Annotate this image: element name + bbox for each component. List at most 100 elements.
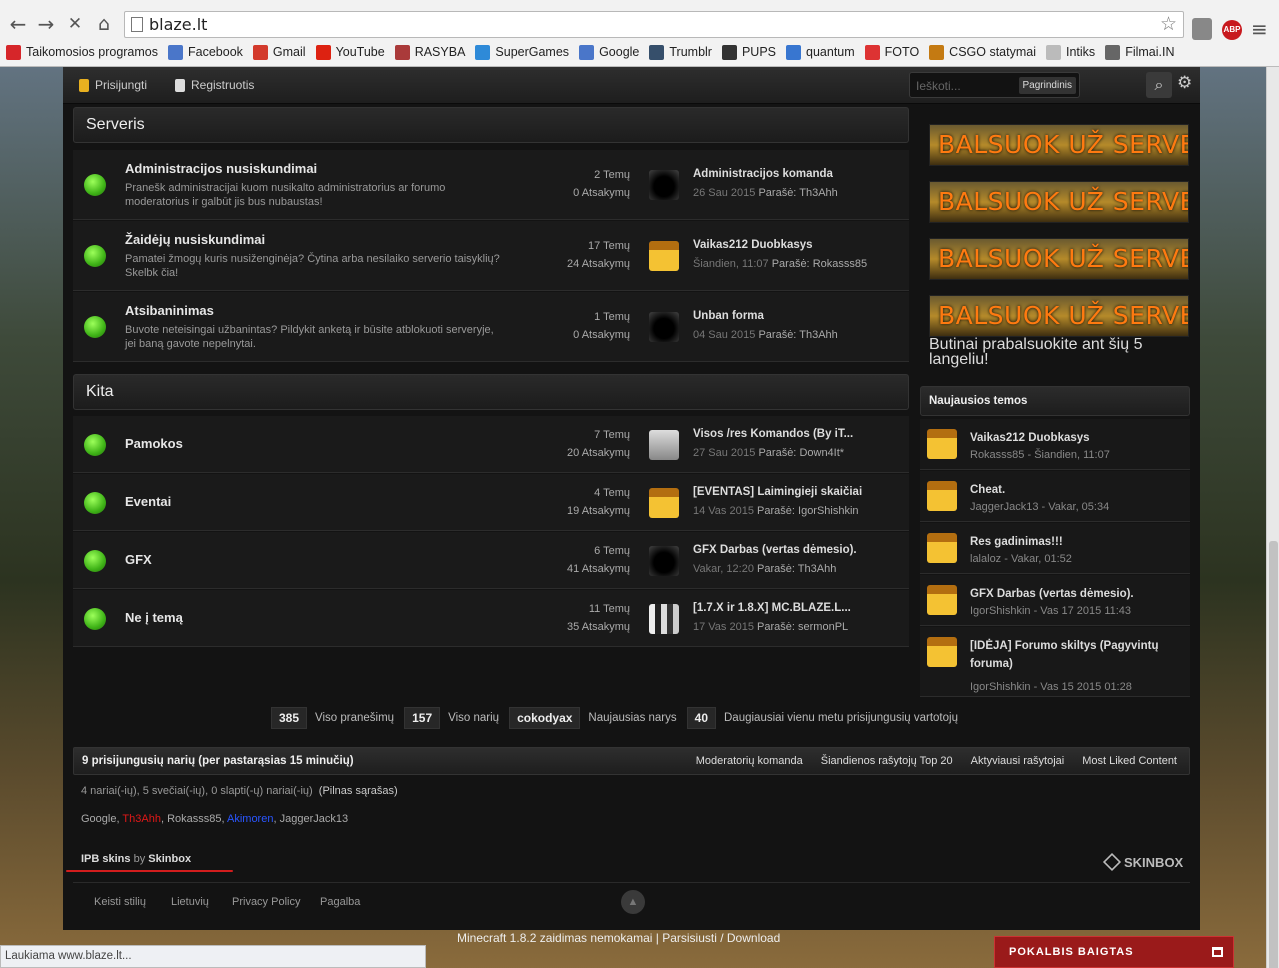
search-button[interactable]: ⌕ xyxy=(1146,72,1172,98)
last-topic-link[interactable]: Administracijos komanda xyxy=(693,168,833,180)
vote-banner[interactable]: BALSUOK UŽ SERVERĮ! xyxy=(929,295,1189,337)
online-user-link[interactable]: Th3Ahh xyxy=(122,813,161,825)
last-poster-link[interactable]: IgorShishkin xyxy=(798,505,859,517)
last-poster-avatar[interactable] xyxy=(649,241,679,271)
bookmark-star-icon[interactable]: ☆ xyxy=(1160,13,1177,35)
newest-topic-link[interactable]: Res gadinimas!!! xyxy=(970,533,1180,551)
forum-title-link[interactable]: Administracijos nusiskundimai xyxy=(125,161,317,176)
newest-topic-link[interactable]: Cheat. xyxy=(970,481,1180,499)
forward-icon[interactable]: → xyxy=(33,11,59,37)
newest-topic-link[interactable]: [IDĖJA] Forumo skiltys (Pagyvintų foruma… xyxy=(970,637,1180,673)
register-link[interactable]: Registruotis xyxy=(175,78,254,92)
minimize-icon[interactable] xyxy=(1212,947,1223,957)
language-link[interactable]: Lietuvių xyxy=(171,896,209,908)
login-link[interactable]: Prisijungti xyxy=(79,78,147,92)
scrollbar-thumb[interactable] xyxy=(1269,541,1278,968)
forum-title-link[interactable]: Atsibaninimas xyxy=(125,303,214,318)
last-poster-avatar[interactable] xyxy=(649,170,679,200)
vote-banner[interactable]: BALSUOK UŽ SERVERĮ! xyxy=(929,181,1189,223)
last-poster-link[interactable]: sermonPL xyxy=(798,621,848,633)
last-poster-avatar[interactable] xyxy=(649,312,679,342)
bookmark-item[interactable]: Trumblr xyxy=(649,42,712,62)
forum-title-link[interactable]: Žaidėjų nusiskundimai xyxy=(125,232,265,247)
vote-banner[interactable]: BALSUOK UŽ SERVERĮ! xyxy=(929,238,1189,280)
forum-title-link[interactable]: Pamokos xyxy=(125,436,183,451)
online-user-link[interactable]: JaggerJack13 xyxy=(280,813,349,825)
menu-icon[interactable]: ≡ xyxy=(1251,17,1268,41)
home-icon[interactable]: ⌂ xyxy=(91,11,117,37)
bookmark-item[interactable]: Taikomosios programos xyxy=(6,42,158,62)
ipb-skins-link[interactable]: IPB skins xyxy=(81,853,131,865)
last-topic-link[interactable]: [EVENTAS] Laimingieji skaičiai xyxy=(693,486,862,498)
topics-count: 11 Temų xyxy=(588,602,630,615)
download-link[interactable]: Minecraft 1.8.2 zaidimas nemokamai | Par… xyxy=(457,931,780,945)
bookmark-item[interactable]: CSGO statymai xyxy=(929,42,1036,62)
back-icon[interactable]: ← xyxy=(5,11,31,37)
vote-banner[interactable]: BALSUOK UŽ SERVERĮ! xyxy=(929,124,1189,166)
forum-title-link[interactable]: Ne į temą xyxy=(125,610,183,625)
last-topic-link[interactable]: GFX Darbas (vertas dėmesio). xyxy=(693,544,857,556)
bookmark-item[interactable]: Facebook xyxy=(168,42,243,62)
adblock-icon[interactable]: ABP xyxy=(1222,20,1242,40)
online-user-link[interactable]: Akimoren xyxy=(227,813,273,825)
skinbox-link[interactable]: Skinbox xyxy=(148,853,191,865)
bookmark-item[interactable]: PUPS xyxy=(721,42,776,62)
last-poster-link[interactable]: Down4It* xyxy=(799,447,844,459)
back-to-top-icon[interactable]: ▲ xyxy=(621,890,645,914)
topic-author-avatar[interactable] xyxy=(927,429,957,459)
newest-topic-link[interactable]: GFX Darbas (vertas dėmesio). xyxy=(970,585,1180,603)
forum-title-link[interactable]: GFX xyxy=(125,552,152,567)
last-topic-link[interactable]: [1.7.X ir 1.8.X] MC.BLAZE.L... xyxy=(693,602,851,614)
bookmark-item[interactable]: FOTO xyxy=(864,42,919,62)
bookmarks-bar: Taikomosios programos Facebook Gmail YouTub… xyxy=(6,42,1185,62)
last-poster-avatar[interactable] xyxy=(649,429,679,460)
online-user-link[interactable]: Rokasss85 xyxy=(167,813,221,825)
topic-author-avatar[interactable] xyxy=(927,481,957,511)
address-bar[interactable]: blaze.lt ☆ xyxy=(124,11,1184,38)
bookmark-item[interactable]: YouTube xyxy=(315,42,385,62)
online-user-link[interactable]: Google xyxy=(81,813,116,825)
online-footer-link[interactable]: Aktyviausi rašytojai xyxy=(971,755,1065,767)
last-topic-link[interactable]: Visos /res Komandos (By iT... xyxy=(693,428,853,440)
bookmark-item[interactable]: Gmail xyxy=(252,42,306,62)
privacy-policy-link[interactable]: Privacy Policy xyxy=(232,896,300,908)
forum-title-link[interactable]: Eventai xyxy=(125,494,171,509)
online-footer-link[interactable]: Most Liked Content xyxy=(1082,755,1177,767)
topic-author-avatar[interactable] xyxy=(927,533,957,563)
skinbox-logo[interactable]: SKINBOX xyxy=(1102,852,1183,872)
topic-author-avatar[interactable] xyxy=(927,585,957,615)
last-poster-avatar[interactable] xyxy=(649,603,679,634)
last-poster-link[interactable]: Th3Ahh xyxy=(799,187,838,199)
last-poster-link[interactable]: Th3Ahh xyxy=(799,329,838,341)
search-scope-select[interactable]: Pagrindinis xyxy=(1018,77,1076,94)
last-poster-link[interactable]: Rokasss85 xyxy=(813,258,867,270)
topic-author-avatar[interactable] xyxy=(927,637,957,667)
newest-topic-link[interactable]: Vaikas212 Duobkasys xyxy=(970,429,1180,447)
last-poster-link[interactable]: Th3Ahh xyxy=(798,563,837,575)
last-topic-link[interactable]: Unban forma xyxy=(693,310,764,322)
bookmark-item[interactable]: Google xyxy=(579,42,639,62)
chat-panel[interactable]: POKALBIS BAIGTAS xyxy=(994,936,1234,968)
help-link[interactable]: Pagalba xyxy=(320,896,360,908)
last-poster-avatar[interactable] xyxy=(649,545,679,576)
online-footer-link[interactable]: Šiandienos rašytojų Top 20 xyxy=(821,755,953,767)
change-style-link[interactable]: Keisti stilių xyxy=(94,896,146,908)
search-input[interactable]: Ieškoti... Pagrindinis xyxy=(909,72,1080,98)
newest-member[interactable]: cokodyax xyxy=(509,707,581,729)
last-poster-avatar[interactable] xyxy=(649,487,679,518)
gear-icon[interactable]: ⚙ xyxy=(1177,73,1192,93)
bookmark-item[interactable]: quantum xyxy=(786,42,855,62)
bookmark-item[interactable]: Intiks xyxy=(1046,42,1095,62)
bookmark-item[interactable]: SuperGames xyxy=(475,42,569,62)
page-scrollbar[interactable] xyxy=(1266,67,1279,968)
online-footer-link[interactable]: Moderatorių komanda xyxy=(696,755,803,767)
replies-count: 24 Atsakymų xyxy=(567,258,630,270)
extension-icon[interactable] xyxy=(1192,18,1212,40)
max-online-count: 40 xyxy=(686,707,716,729)
full-list-link[interactable]: (Pilnas sąrašas) xyxy=(319,785,398,797)
bookmark-item[interactable]: Filmai.IN xyxy=(1105,42,1175,62)
stop-icon[interactable]: ✕ xyxy=(62,11,88,37)
forum-stats: 7 Temų 20 Atsakymų xyxy=(520,426,630,462)
bookmark-item[interactable]: RASYBA xyxy=(394,42,465,62)
last-topic-link[interactable]: Vaikas212 Duobkasys xyxy=(693,239,813,251)
